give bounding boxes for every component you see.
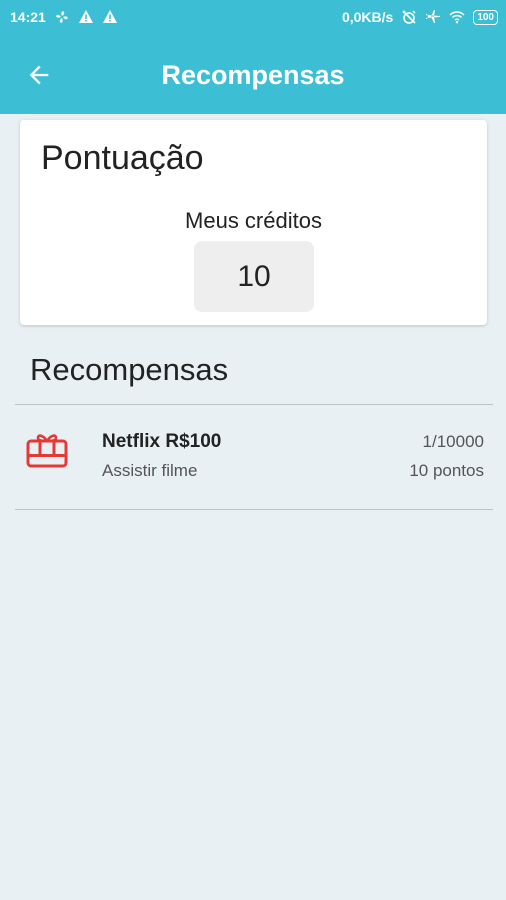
- alarm-off-icon: [402, 10, 416, 24]
- warning-icon: [102, 10, 117, 23]
- network-speed: 0,0KB/s: [341, 9, 394, 25]
- reward-progress: 1/10000: [422, 432, 484, 451]
- reward-description: Assistir filme: [102, 461, 198, 480]
- status-time: 14:21: [10, 9, 46, 25]
- status-bar-right: 0,0KB/s 100: [342, 9, 498, 25]
- divider: [15, 509, 493, 510]
- credits-label: Meus créditos: [185, 208, 322, 233]
- rewards-section-title: Recompensas: [30, 352, 229, 387]
- fan-icon: [56, 11, 68, 23]
- battery-icon: 100: [473, 9, 498, 25]
- page-title: Recompensas: [161, 60, 345, 90]
- credits-value: 10: [194, 241, 314, 312]
- score-card: Pontuação Meus créditos 10: [20, 120, 487, 325]
- airplane-icon: [426, 10, 441, 23]
- gift-card-icon: [26, 434, 68, 468]
- warning-icon: [78, 10, 93, 23]
- wifi-icon: [449, 11, 465, 24]
- app-bar: Recompensas: [0, 36, 506, 114]
- reward-points: 10 pontos: [409, 461, 484, 480]
- score-card-title: Pontuação: [41, 139, 204, 177]
- reward-list-item[interactable]: Netflix R$100 Assistir filme 1/10000 10 …: [15, 405, 493, 509]
- status-bar-left: 14:21: [10, 9, 118, 25]
- reward-name: Netflix R$100: [102, 431, 222, 452]
- status-bar: 14:21 0,0KB/s 100: [0, 0, 506, 36]
